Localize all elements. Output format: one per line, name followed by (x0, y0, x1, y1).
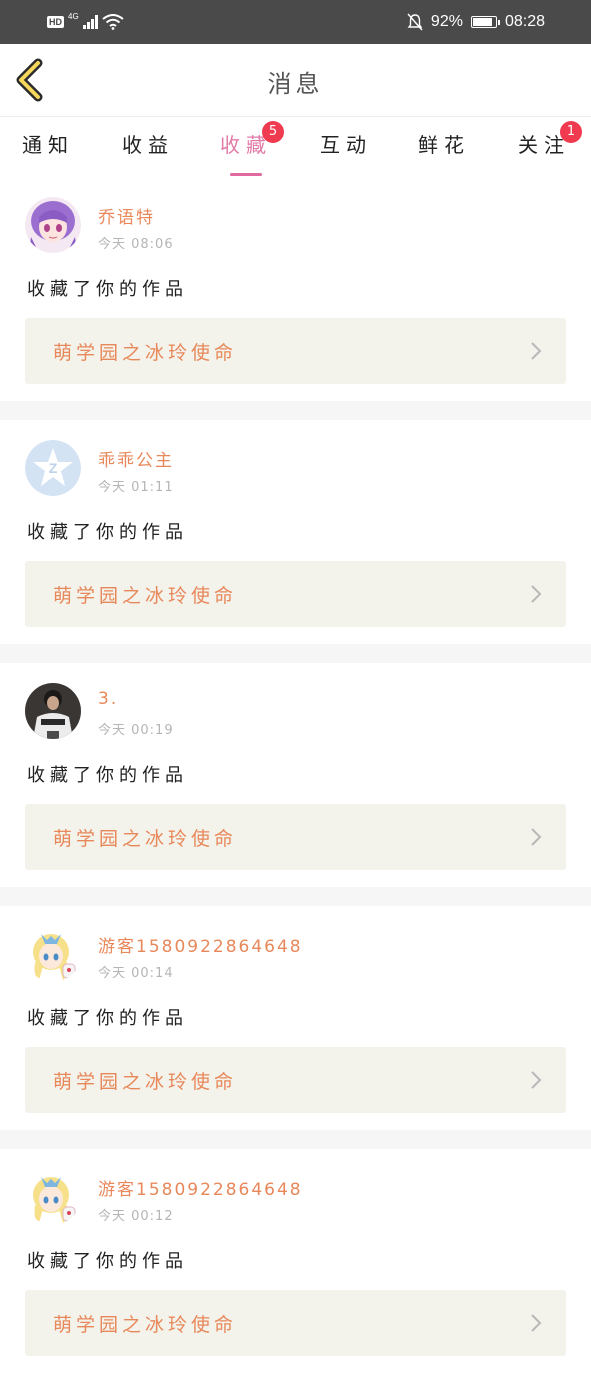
tab-label: 收益 (122, 133, 174, 157)
timestamp: 今天 00:19 (98, 723, 174, 738)
work-link[interactable]: 萌学园之冰玲使命 (25, 1290, 566, 1356)
tab-label: 通知 (22, 133, 74, 157)
divider (0, 1130, 591, 1149)
work-title: 萌学园之冰玲使命 (53, 585, 238, 607)
action-text: 收藏了你的作品 (27, 765, 188, 786)
message-list: 乔语特 今天 08:06 收藏了你的作品 萌学园之冰玲使命 Z 乖乖公主 今天 … (0, 177, 591, 1373)
avatar[interactable] (25, 683, 81, 739)
chevron-right-icon (531, 828, 542, 846)
work-title: 萌学园之冰玲使命 (53, 1071, 238, 1093)
work-title: 萌学园之冰玲使命 (53, 342, 238, 364)
avatar[interactable] (25, 197, 81, 253)
tab-following[interactable]: 关注 1 (504, 121, 584, 177)
message-card: 游客1580922864648 今天 00:12 收藏了你的作品 萌学园之冰玲使… (0, 1149, 591, 1373)
nav-bar: 消息 (0, 44, 591, 117)
tab-flowers[interactable]: 鲜花 (404, 129, 484, 177)
work-link[interactable]: 萌学园之冰玲使命 (25, 318, 566, 384)
photo-avatar-icon (25, 683, 81, 739)
username[interactable]: 游客1580922864648 (98, 932, 303, 957)
chevron-right-icon (531, 342, 542, 360)
signal-icon (82, 15, 98, 29)
tab-interactions[interactable]: 互动 (306, 129, 386, 177)
tab-earnings[interactable]: 收益 (108, 129, 188, 177)
chevron-right-icon (531, 1071, 542, 1089)
tab-notifications[interactable]: 通知 (8, 129, 88, 177)
battery-percent: 92% (430, 13, 463, 30)
timestamp: 今天 00:14 (98, 966, 174, 981)
chevron-right-icon (531, 585, 542, 603)
divider (0, 887, 591, 906)
work-link[interactable]: 萌学园之冰玲使命 (25, 561, 566, 627)
timestamp: 今天 08:06 (98, 237, 174, 252)
status-right: 92% 08:28 (407, 12, 545, 32)
chevron-right-icon (531, 1314, 542, 1332)
message-card: 3. 今天 00:19 收藏了你的作品 萌学园之冰玲使命 (0, 663, 591, 887)
status-left: HD 4G (47, 12, 124, 32)
page-title: 消息 (267, 70, 324, 98)
tab-label: 鲜花 (418, 133, 470, 157)
tab-favorites[interactable]: 收藏 5 (206, 121, 286, 177)
divider (0, 401, 591, 420)
work-title: 萌学园之冰玲使命 (53, 828, 238, 850)
message-card: 游客1580922864648 今天 00:14 收藏了你的作品 萌学园之冰玲使… (0, 906, 591, 1130)
hd-icon: HD (47, 16, 64, 28)
message-card: 乔语特 今天 08:06 收藏了你的作品 萌学园之冰玲使命 (0, 177, 591, 401)
username[interactable]: 乔语特 (98, 203, 155, 228)
anime-girl-avatar-icon (25, 197, 81, 253)
status-bar: HD 4G 92% 08:28 (0, 0, 591, 44)
username[interactable]: 3. (98, 689, 118, 709)
tab-label: 互动 (320, 133, 372, 157)
battery-fill (472, 18, 492, 26)
active-tab-indicator (230, 173, 262, 176)
action-text: 收藏了你的作品 (27, 279, 188, 300)
timestamp: 今天 01:11 (98, 480, 174, 495)
battery-icon (470, 16, 500, 28)
wifi-icon (102, 14, 124, 30)
action-text: 收藏了你的作品 (27, 1008, 188, 1029)
divider (0, 644, 591, 663)
action-text: 收藏了你的作品 (27, 1251, 188, 1272)
message-card: Z 乖乖公主 今天 01:11 收藏了你的作品 萌学园之冰玲使命 (0, 420, 591, 644)
avatar[interactable] (25, 1169, 81, 1225)
action-text: 收藏了你的作品 (27, 522, 188, 543)
tab-bar: 通知 收益 收藏 5 互动 鲜花 关注 1 (0, 117, 591, 177)
anime-girl-avatar-icon (25, 926, 81, 982)
tab-badge: 5 (262, 121, 284, 143)
username[interactable]: 游客1580922864648 (98, 1175, 303, 1200)
network-type: 4G (68, 11, 79, 21)
anime-girl-avatar-icon (25, 1169, 81, 1225)
default-avatar-icon: Z (25, 440, 81, 496)
avatar[interactable]: Z (25, 440, 81, 496)
tab-badge: 1 (560, 121, 582, 143)
work-link[interactable]: 萌学园之冰玲使命 (25, 1047, 566, 1113)
avatar[interactable] (25, 926, 81, 982)
timestamp: 今天 00:12 (98, 1209, 174, 1224)
mute-bell-icon (407, 13, 423, 31)
work-link[interactable]: 萌学园之冰玲使命 (25, 804, 566, 870)
clock: 08:28 (504, 13, 545, 30)
svg-text:Z: Z (49, 460, 58, 476)
username[interactable]: 乖乖公主 (98, 446, 174, 471)
work-title: 萌学园之冰玲使命 (53, 1314, 238, 1336)
